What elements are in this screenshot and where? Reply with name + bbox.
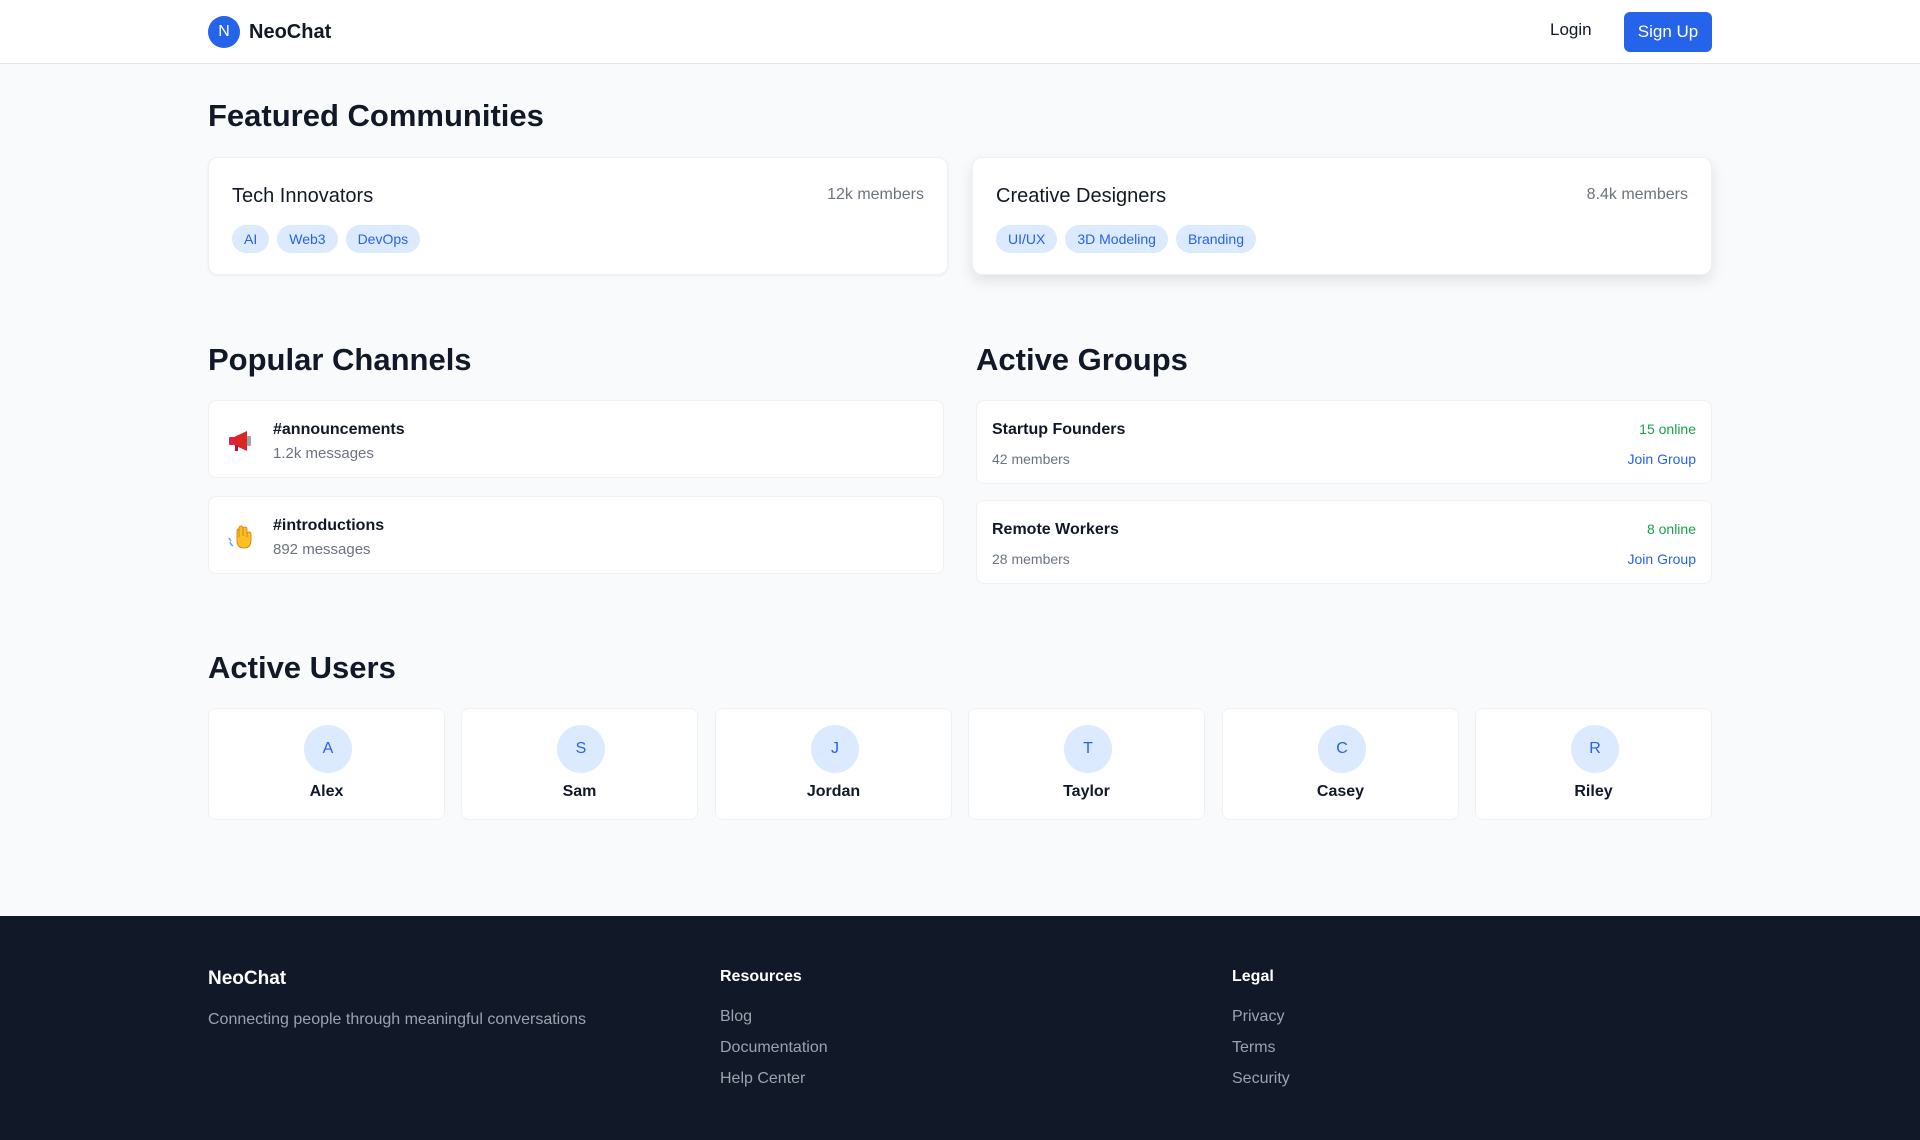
group-item: Remote Workers 28 members 8 online Join … xyxy=(976,500,1712,584)
active-groups-title: Active Groups xyxy=(976,342,1188,377)
community-name: Tech Innovators xyxy=(232,185,374,207)
footer-legal: Legal Privacy Terms Security xyxy=(1232,968,1290,1101)
active-users-title: Active Users xyxy=(208,650,396,685)
user-name: Alex xyxy=(309,783,344,800)
community-name: Creative Designers xyxy=(996,185,1167,207)
group-members: 42 members xyxy=(992,451,1070,467)
user-card[interactable]: R Riley xyxy=(1475,708,1712,820)
footer-link-documentation[interactable]: Documentation xyxy=(720,1039,828,1057)
user-name: Sam xyxy=(562,783,597,800)
channel-name: #announcements xyxy=(273,421,405,438)
community-members: 8.4k members xyxy=(1586,186,1688,203)
featured-communities-title: Featured Communities xyxy=(208,98,544,133)
group-name: Remote Workers xyxy=(992,521,1119,538)
brand-name: NeoChat xyxy=(249,20,332,43)
channel-message-count: 1.2k messages xyxy=(273,445,374,462)
megaphone-icon xyxy=(229,431,251,451)
footer-link-help-center[interactable]: Help Center xyxy=(720,1070,828,1088)
footer-resources-title: Resources xyxy=(720,968,802,985)
footer-link-security[interactable]: Security xyxy=(1232,1070,1290,1088)
tag-list: UI/UX 3D Modeling Branding xyxy=(996,225,1256,253)
tag[interactable]: Branding xyxy=(1175,225,1256,253)
tag[interactable]: DevOps xyxy=(345,225,421,253)
footer-legal-title: Legal xyxy=(1232,968,1274,985)
tag[interactable]: UI/UX xyxy=(996,225,1058,253)
group-name: Startup Founders xyxy=(992,421,1126,438)
group-online-count: 15 online xyxy=(1639,421,1696,437)
user-card[interactable]: S Sam xyxy=(461,708,698,820)
user-name: Casey xyxy=(1316,783,1365,800)
brand[interactable]: N NeoChat xyxy=(208,16,331,48)
user-name: Jordan xyxy=(806,783,861,800)
tag[interactable]: 3D Modeling xyxy=(1065,225,1168,253)
footer-resources: Resources Blog Documentation Help Center xyxy=(720,968,828,1101)
community-card[interactable]: Tech Innovators 12k members AI Web3 DevO… xyxy=(208,157,948,275)
footer-link-blog[interactable]: Blog xyxy=(720,1008,828,1026)
avatar: S xyxy=(557,725,605,773)
user-card[interactable]: J Jordan xyxy=(715,708,952,820)
sign-up-button[interactable]: Sign Up xyxy=(1624,12,1712,52)
community-members: 12k members xyxy=(827,186,924,203)
user-name: Riley xyxy=(1574,783,1613,800)
footer-brand: NeoChat xyxy=(208,968,287,989)
footer-tagline: Connecting people through meaningful con… xyxy=(208,1011,587,1028)
avatar: T xyxy=(1064,725,1112,773)
top-nav: N NeoChat Login Sign Up xyxy=(0,0,1920,64)
tag-list: AI Web3 DevOps xyxy=(232,225,421,253)
join-group-link[interactable]: Join Group xyxy=(1628,451,1696,467)
avatar: R xyxy=(1571,725,1619,773)
avatar: A xyxy=(304,725,352,773)
login-link[interactable]: Login xyxy=(1550,20,1592,40)
user-card[interactable]: T Taylor xyxy=(968,708,1205,820)
user-card[interactable]: A Alex xyxy=(208,708,445,820)
tag[interactable]: AI xyxy=(232,225,270,253)
channel-item[interactable]: #introductions 892 messages xyxy=(208,496,944,574)
popular-channels-title: Popular Channels xyxy=(208,342,472,377)
waving-hand-icon xyxy=(228,525,252,549)
user-name: Taylor xyxy=(1063,783,1110,800)
tag[interactable]: Web3 xyxy=(277,225,338,253)
user-card[interactable]: C Casey xyxy=(1222,708,1459,820)
avatar: J xyxy=(811,725,859,773)
channel-name: #introductions xyxy=(273,517,385,534)
group-item: Startup Founders 42 members 15 online Jo… xyxy=(976,400,1712,484)
avatar: C xyxy=(1318,725,1366,773)
footer-link-privacy[interactable]: Privacy xyxy=(1232,1008,1290,1026)
group-online-count: 8 online xyxy=(1646,521,1696,537)
channel-item[interactable]: #announcements 1.2k messages xyxy=(208,400,944,478)
community-card[interactable]: Creative Designers 8.4k members UI/UX 3D… xyxy=(972,157,1712,275)
channel-message-count: 892 messages xyxy=(273,541,371,558)
logo-icon: N xyxy=(208,16,240,48)
footer-link-terms[interactable]: Terms xyxy=(1232,1039,1290,1057)
group-members: 28 members xyxy=(992,551,1070,567)
footer: NeoChat Connecting people through meanin… xyxy=(0,916,1920,1140)
join-group-link[interactable]: Join Group xyxy=(1628,551,1696,567)
